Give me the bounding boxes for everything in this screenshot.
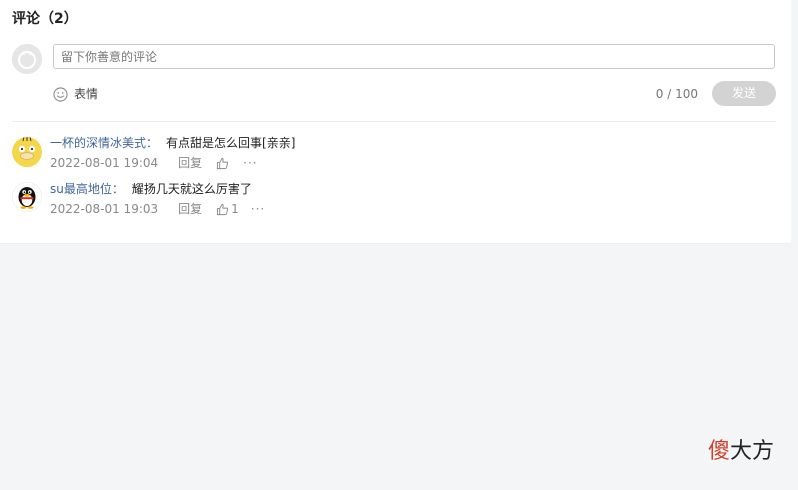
like-button[interactable] xyxy=(216,157,231,170)
char-counter: 0 / 100 xyxy=(655,87,698,101)
like-button[interactable]: 1 xyxy=(216,200,239,218)
thumbs-up-icon xyxy=(217,203,229,215)
send-button[interactable]: 发送 xyxy=(712,81,776,106)
comment-time: 2022-08-01 19:03 xyxy=(50,202,159,216)
comment-avatar[interactable] xyxy=(12,137,42,167)
smiley-icon xyxy=(53,86,68,102)
like-count: 1 xyxy=(231,202,239,216)
comment-time: 2022-08-01 19:04 xyxy=(50,156,159,170)
author-separator: ： xyxy=(146,136,159,150)
comment-row-1: 一杯的深情冰美式： 有点甜是怎么回事[亲亲] xyxy=(50,134,295,152)
emoji-button[interactable]: 表情 xyxy=(53,85,98,103)
comment-author[interactable]: su最高地位 xyxy=(50,182,112,196)
current-user-avatar xyxy=(12,44,42,74)
comment-text: 有点甜是怎么回事[亲亲] xyxy=(166,136,296,150)
comments-title: 评论（2） xyxy=(12,11,78,27)
comments-panel: 评论（2） 表情 0 / 100 发送 xyxy=(0,0,791,244)
more-options-button[interactable]: ··· xyxy=(243,154,257,172)
site-watermark: 傻大方 xyxy=(708,437,774,467)
comment-input[interactable] xyxy=(53,44,775,69)
reply-button[interactable]: 回复 xyxy=(178,200,202,218)
watermark-part-1: 傻 xyxy=(708,439,731,464)
penguin-avatar-icon xyxy=(12,182,42,212)
comment-meta-2: 2022-08-01 19:03 回复 1 ··· xyxy=(50,200,265,218)
divider xyxy=(12,121,776,122)
comment-text: 耀扬几天就这么厉害了 xyxy=(131,182,252,196)
thumbs-up-icon xyxy=(217,157,229,169)
psyduck-avatar-icon xyxy=(12,137,42,167)
comment-avatar[interactable] xyxy=(12,182,42,212)
more-options-button[interactable]: ··· xyxy=(251,200,265,218)
emoji-label: 表情 xyxy=(74,87,99,101)
comment-author[interactable]: 一杯的深情冰美式 xyxy=(50,136,146,150)
author-separator: ： xyxy=(111,182,124,196)
default-avatar-icon xyxy=(12,44,42,74)
comment-meta-1: 2022-08-01 19:04 回复 ··· xyxy=(50,154,258,172)
watermark-part-2: 大方 xyxy=(730,439,775,464)
comment-row-2: su最高地位： 耀扬几天就这么厉害了 xyxy=(50,180,252,198)
reply-button[interactable]: 回复 xyxy=(178,154,202,172)
